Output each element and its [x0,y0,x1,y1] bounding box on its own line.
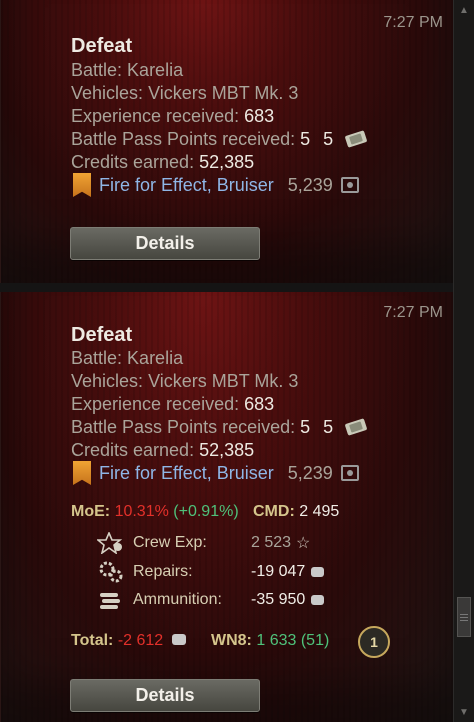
total-line: Total: -2 612 [71,632,186,650]
notification-card: 7:27 PM Defeat Battle: Karelia Vehicles:… [0,0,453,283]
credits-label: Credits earned: [71,440,195,460]
repairs-row: Repairs: -19 047 [95,561,325,583]
experience-line: Experience received: 683 [71,394,274,415]
result-title: Defeat [71,35,133,57]
cmd-label: CMD: [253,503,295,520]
battle-line: Battle: Karelia [71,60,183,81]
experience-value: 683 [244,106,275,126]
notification-card: 7:27 PM Defeat Battle: Karelia Vehicles:… [0,292,453,722]
vehicles-value: Vickers MBT Mk. 3 [148,371,299,391]
scrollbar[interactable]: ▲ ▼ [453,0,474,722]
credits-value: 52,385 [199,440,255,460]
timestamp: 7:27 PM [383,304,443,321]
scroll-down-icon[interactable]: ▼ [454,702,474,722]
ticket-icon [344,130,370,153]
award-name: Fire for Effect, Bruiser [99,174,274,195]
star-icon: ☆ [296,535,311,552]
ammunition-value: -35 950 [251,591,306,608]
experience-label: Experience received: [71,394,240,414]
details-button[interactable]: Details [70,679,260,712]
battle-pass-line: Battle Pass Points received: 5 5 [71,129,370,153]
wn8-value: 1 633 [256,632,297,649]
crew-exp-row: Crew Exp: 2 523 ☆ [95,532,310,554]
vehicles-label: Vehicles: [71,83,144,103]
experience-value: 683 [244,394,275,414]
cmd-value: 2 495 [299,503,340,520]
moe-label: MoE: [71,503,111,520]
mastery-badge-icon: 1 [358,626,390,658]
battle-label: Battle: [71,60,123,80]
battle-pass-value: 5 [300,129,311,149]
credits-line: Credits earned: 52,385 [71,440,254,461]
coin-icon [311,595,325,605]
total-value: -2 612 [117,632,164,649]
experience-line: Experience received: 683 [71,106,274,127]
battle-value: Karelia [127,348,184,368]
battle-pass-label: Battle Pass Points received: [71,417,296,437]
award-line: Fire for Effect, Bruiser 5,239 [73,173,359,197]
award-amount: 5,239 [287,174,333,195]
ammunition-row: Ammunition: -35 950 [95,589,325,611]
battle-pass-line: Battle Pass Points received: 5 5 [71,417,370,441]
award-line: Fire for Effect, Bruiser 5,239 [73,461,359,485]
ribbon-icon [73,461,91,485]
vehicles-label: Vehicles: [71,371,144,391]
ammunition-label: Ammunition: [133,591,222,608]
cmd-line: CMD: 2 495 [253,503,339,521]
vehicles-value: Vickers MBT Mk. 3 [148,83,299,103]
battle-pass-value: 5 [300,417,311,437]
battle-pass-label: Battle Pass Points received: [71,129,296,149]
credits-label: Credits earned: [71,152,195,172]
repairs-label: Repairs: [133,563,193,580]
repairs-value: -19 047 [251,563,306,580]
details-button[interactable]: Details [70,227,260,260]
crew-exp-value: 2 523 [251,534,292,551]
battle-value: Karelia [127,60,184,80]
scroll-up-icon[interactable]: ▲ [454,0,474,20]
vehicles-line: Vehicles: Vickers MBT Mk. 3 [71,83,298,104]
coin-icon [171,634,186,645]
wn8-label: WN8: [211,632,252,649]
battle-line: Battle: Karelia [71,348,183,369]
result-title: Defeat [71,324,133,346]
moe-value: 10.31% [114,503,169,520]
ribbon-icon [73,173,91,197]
scrollbar-thumb[interactable] [457,597,471,637]
vehicles-line: Vehicles: Vickers MBT Mk. 3 [71,371,298,392]
wn8-delta: (51) [300,632,330,649]
award-name: Fire for Effect, Bruiser [99,462,274,483]
experience-label: Experience received: [71,106,240,126]
battle-label: Battle: [71,348,123,368]
crew-star-icon [95,532,127,554]
ammo-icon [95,589,127,611]
coin-icon [311,567,325,577]
moe-line: MoE: 10.31% (+0.91%) [71,503,239,521]
credits-icon [340,177,359,193]
credits-value: 52,385 [199,152,255,172]
credits-icon [340,465,359,481]
total-label: Total: [71,632,114,649]
timestamp: 7:27 PM [383,14,443,31]
battle-pass-value-2: 5 [323,417,334,437]
credits-line: Credits earned: 52,385 [71,152,254,173]
ticket-icon [344,418,370,441]
gears-icon [95,561,127,583]
crew-exp-label: Crew Exp: [133,534,207,551]
award-amount: 5,239 [287,462,333,483]
moe-delta: (+0.91%) [173,503,239,520]
battle-pass-value-2: 5 [323,129,334,149]
wn8-line: WN8: 1 633 (51) [211,632,329,650]
